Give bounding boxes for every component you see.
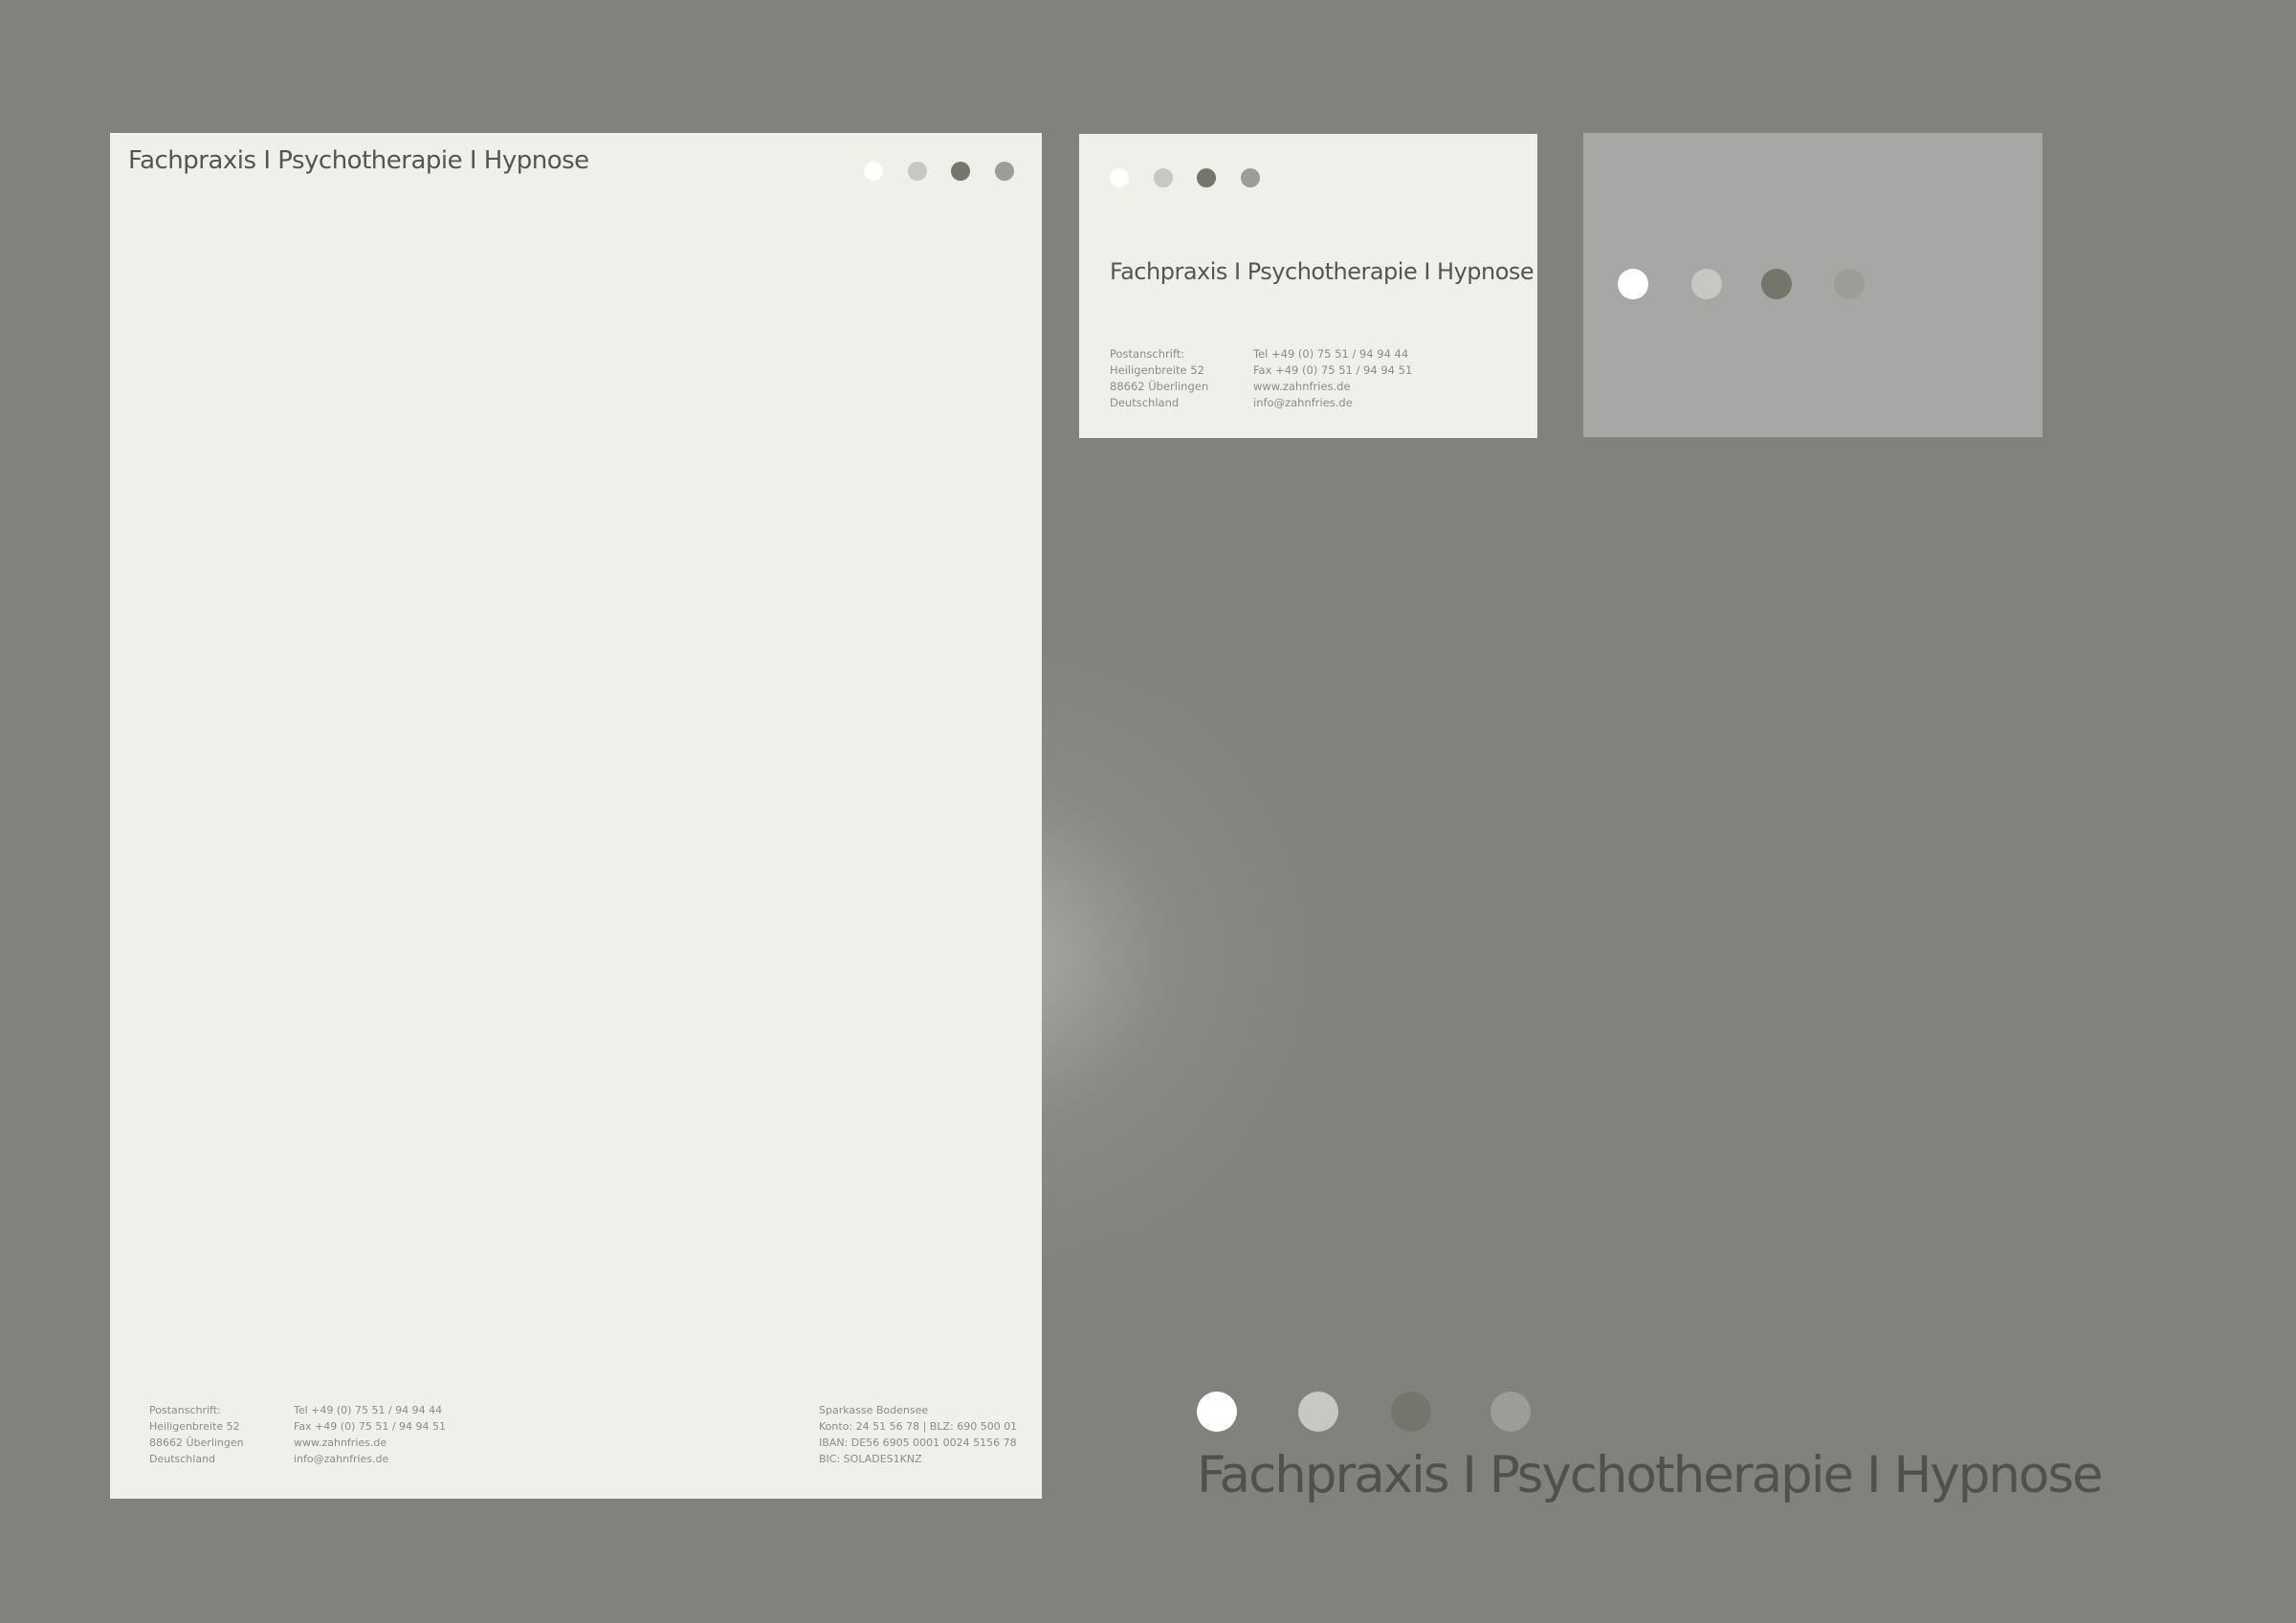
logo-dot-light: [1298, 1392, 1338, 1432]
card-dot-mid: [1241, 168, 1260, 187]
letterhead-dot-dark: [951, 162, 970, 181]
card-contact-tel: Tel +49 (0) 75 51 / 94 94 44: [1253, 347, 1409, 361]
card-address-label: Postanschrift:: [1110, 347, 1185, 361]
card-back-dot-white: [1618, 269, 1648, 299]
letterhead-dot-white: [864, 162, 883, 181]
card-brand-name: Fachpraxis I Psychotherapie I Hypnose: [1110, 258, 1534, 285]
contact-web: www.zahnfries.de: [294, 1437, 387, 1449]
card-contact-email: info@zahnfries.de: [1253, 396, 1353, 409]
address-country: Deutschland: [149, 1453, 216, 1465]
address-city: 88662 Überlingen: [149, 1437, 244, 1449]
card-address-street: Heiligenbreite 52: [1110, 363, 1204, 377]
card-back-dot-dark: [1761, 269, 1792, 299]
business-card-back: [1583, 133, 2042, 437]
card-contact-fax: Fax +49 (0) 75 51 / 94 94 51: [1253, 363, 1413, 377]
letterhead-bank-block: Sparkasse Bodensee Konto: 24 51 56 78 | …: [819, 1402, 1017, 1467]
card-address-block: Postanschrift: Heiligenbreite 52 88662 Ü…: [1110, 346, 1208, 411]
business-card-front: Fachpraxis I Psychotherapie I Hypnose Po…: [1079, 134, 1537, 438]
letterhead-brand-name: Fachpraxis I Psychotherapie I Hypnose: [128, 146, 589, 175]
card-contact-web: www.zahnfries.de: [1253, 380, 1351, 393]
card-address-city: 88662 Überlingen: [1110, 380, 1209, 393]
card-dot-dark: [1197, 168, 1216, 187]
bank-bic: BIC: SOLADES1KNZ: [819, 1453, 922, 1465]
letterhead-contact-block: Tel +49 (0) 75 51 / 94 94 44 Fax +49 (0)…: [294, 1402, 446, 1467]
bank-account: Konto: 24 51 56 78 | BLZ: 690 500 01: [819, 1420, 1018, 1433]
card-contact-block: Tel +49 (0) 75 51 / 94 94 44 Fax +49 (0)…: [1253, 346, 1412, 411]
logo-brand-name: Fachpraxis I Psychotherapie I Hypnose: [1197, 1446, 2104, 1504]
card-dot-white: [1110, 168, 1129, 187]
logo-dot-mid: [1490, 1392, 1531, 1432]
letterhead-dot-mid: [995, 162, 1014, 181]
letterhead-dot-light: [908, 162, 927, 181]
contact-email: info@zahnfries.de: [294, 1453, 389, 1465]
letterhead-address-block: Postanschrift: Heiligenbreite 52 88662 Ü…: [149, 1402, 244, 1467]
bank-name: Sparkasse Bodensee: [819, 1404, 929, 1416]
address-street: Heiligenbreite 52: [149, 1420, 240, 1433]
contact-tel: Tel +49 (0) 75 51 / 94 94 44: [294, 1404, 443, 1416]
logo-dot-white: [1197, 1392, 1237, 1432]
bank-iban: IBAN: DE56 6905 0001 0024 5156 78: [819, 1437, 1017, 1449]
address-label: Postanschrift:: [149, 1404, 221, 1416]
card-back-dot-mid: [1834, 269, 1865, 299]
logo-dot-dark: [1391, 1392, 1431, 1432]
card-dot-light: [1154, 168, 1173, 187]
letterhead-sheet: Fachpraxis I Psychotherapie I Hypnose Po…: [110, 133, 1042, 1499]
card-back-dot-light: [1691, 269, 1722, 299]
card-address-country: Deutschland: [1110, 396, 1180, 409]
contact-fax: Fax +49 (0) 75 51 / 94 94 51: [294, 1420, 447, 1433]
